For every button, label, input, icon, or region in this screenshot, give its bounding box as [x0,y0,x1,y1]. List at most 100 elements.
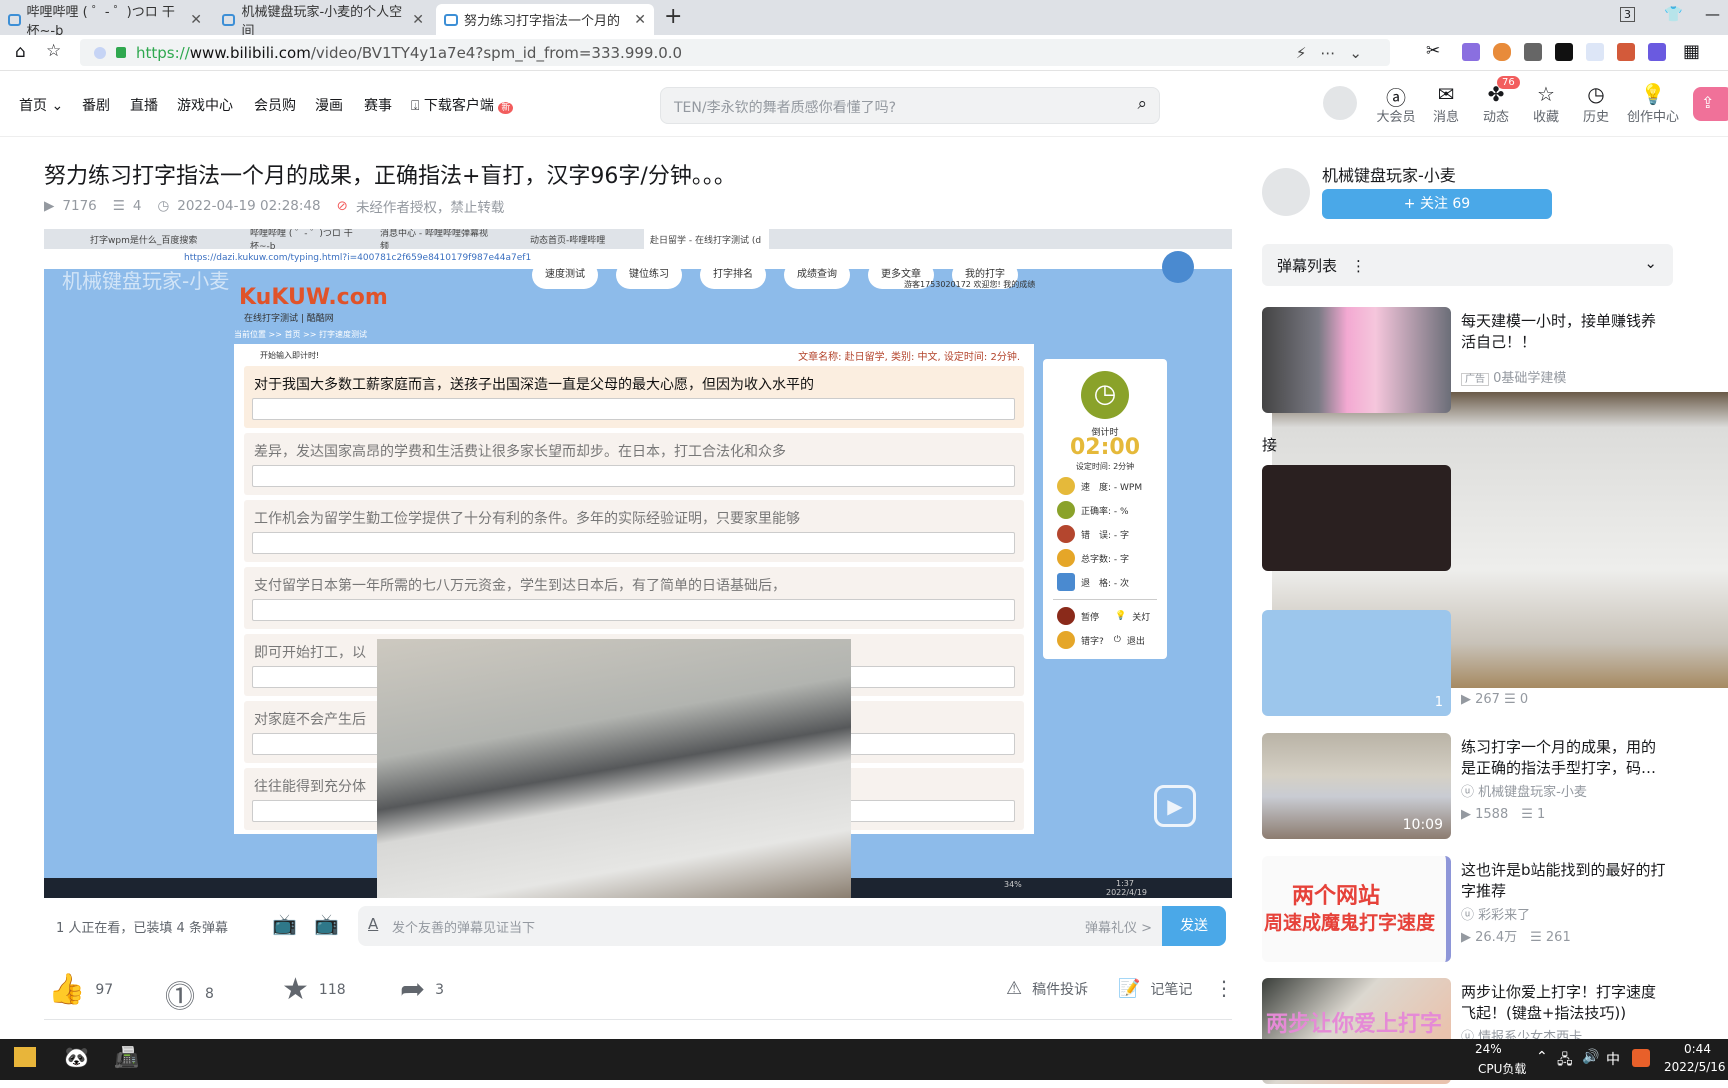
video-thumbnail[interactable]: 10:09 [1262,733,1451,839]
close-tab-icon[interactable]: ✕ [634,12,646,28]
bookmark-star-icon[interactable]: ☆ [46,41,61,61]
uploader-avatar[interactable] [1262,168,1310,216]
danmaku-count-icon: ☰ [1530,930,1542,945]
header-messages[interactable]: ✉ 消息 [1421,82,1471,125]
follow-button[interactable]: + 关注 69 [1322,189,1552,219]
play-count-icon: ▶ [1461,807,1471,822]
play-count-icon: ▶ [44,198,55,214]
nav-download-client[interactable]: ⍗ 下载客户端 新 [411,95,514,115]
header-history[interactable]: ◷ 历史 [1571,82,1621,125]
play-count-icon: ▶ [1461,930,1471,945]
header-dynamics[interactable]: ✤ 动态 76 [1471,76,1521,125]
nav-mall[interactable]: 会员购 [254,95,296,115]
chevron-up-icon[interactable]: ⌃ [1536,1049,1548,1065]
game-icon[interactable] [1493,43,1511,61]
recommendation-item[interactable]: 10:09 练习打字一个月的成果，用的是正确的指法手型打字，码… ⓤ 机械键盘玩… [1262,733,1673,843]
header-vip[interactable]: ⓐ 大会员 [1371,82,1421,125]
apps-grid-icon[interactable]: ▦ [1683,41,1700,62]
font-style-icon[interactable]: A [368,915,378,933]
extension-icon[interactable] [1555,43,1573,61]
danmaku-count-icon: ☰ [1521,807,1533,822]
bird-icon [1162,251,1194,283]
nav-game-center[interactable]: 游戏中心 [177,95,233,115]
url-actions-icons[interactable]: ⚡⋯⌄ [1296,44,1376,62]
share-button[interactable]: ➦ 3 [400,972,444,1007]
recommendation-item[interactable]: 1 ▶ 267 ☰ 0 [1262,610,1673,720]
stat-backspace: 退 格: - 次 [1057,573,1129,591]
d-extension-icon[interactable] [1648,43,1666,61]
user-avatar[interactable] [1323,86,1357,120]
alert-icon [1057,631,1075,649]
more-menu-icon[interactable]: ⋮ [1214,976,1234,1000]
browser-tab[interactable]: 机械键盘玩家-小麦的个人空间 ✕ [214,4,432,39]
bird-icon[interactable] [1586,43,1604,61]
file-explorer-icon[interactable] [14,1047,36,1067]
url-field[interactable]: https://www.bilibili.com/video/BV1TY4y1a… [80,39,1390,66]
play-icon[interactable]: ▶ [1154,785,1196,827]
danmaku-etiquette-link[interactable]: 弹幕礼仪 > [1085,917,1152,936]
search-input[interactable]: TEN/李永钦的舞者质感你看懂了吗? ⌕ [660,87,1160,124]
app-icon[interactable]: 📠 [114,1045,139,1069]
close-tab-icon[interactable]: ✕ [412,12,424,28]
lock-icon [116,47,126,58]
close-tab-icon[interactable]: ✕ [190,12,202,28]
inner-tab-bar: 打字wpm是什么_百度搜索 哔哩哔哩 ( ゜- ゜)つロ 干杯~-b 消息中心 … [44,229,1232,252]
send-button[interactable]: 发送 [1162,906,1226,946]
scissors-icon[interactable]: ✂ [1426,41,1440,61]
header-creator-center[interactable]: 💡 创作中心 [1621,82,1685,125]
volume-icon[interactable]: 🔊 [1582,1049,1599,1065]
bilibili-icon [222,13,236,26]
like-button[interactable]: 👍 97 [48,972,113,1007]
ime-indicator[interactable]: 中 [1606,1049,1620,1069]
danmaku-input[interactable]: A 发个友善的弹幕见证当下 弹幕礼仪 > 发送 [358,906,1226,946]
coin-button[interactable]: ⓵8 [165,972,214,1016]
thumbs-up-icon: 👍 [48,972,86,1007]
report-button[interactable]: ⚠ 稿件投诉 [1006,978,1088,999]
translate-icon[interactable] [1462,43,1480,61]
danmaku-toggle-icon[interactable]: 📺 [272,912,297,936]
header-favorites[interactable]: ☆ 收藏 [1521,82,1571,125]
recommendation-item[interactable] [1262,465,1673,575]
recommendation-ad[interactable]: 每天建模一小时，接单赚钱养活自己！！ 广告 0基础学建模 [1262,307,1673,417]
watermark: 机械键盘玩家-小麦 [62,269,230,293]
new-tab-button[interactable]: + [664,4,682,29]
danmaku-settings-icon[interactable]: 📺 [314,912,339,936]
video-thumbnail[interactable] [1262,465,1451,571]
video-thumbnail[interactable] [1262,307,1451,413]
nav-esports[interactable]: 赛事 [364,95,392,115]
tab-count[interactable]: 3 [1620,7,1635,22]
nav-manga[interactable]: 漫画 [315,95,343,115]
skin-icon[interactable]: 👕 [1664,5,1683,23]
x-icon [1057,525,1075,543]
app-icon[interactable]: 🐼 [64,1045,89,1069]
shop-icon[interactable] [1617,43,1635,61]
recommendation-item[interactable]: 两个网站 周速成魔鬼打字速度 这也许是b站能找到的最好的打字推荐 ⓤ 彩彩来了 … [1262,856,1673,966]
danmaku-list-header[interactable]: 弹幕列表 ⋮ ⌄ [1262,244,1673,286]
favorite-button[interactable]: ★ 118 [282,972,346,1007]
browser-tab[interactable]: 哔哩哔哩 ( ゜- ゜)つロ 干杯~-b ✕ [0,4,210,39]
chevron-down-icon[interactable]: ⌄ [1644,254,1657,272]
nav-home[interactable]: 首页 ⌄ [19,95,63,115]
inner-tab: 打字wpm是什么_百度搜索 [90,235,198,246]
search-icon[interactable]: ⌕ [1137,94,1147,114]
more-icon[interactable]: ⋮ [1351,257,1366,275]
video-thumbnail[interactable]: 1 [1262,610,1451,716]
uploader-name[interactable]: 机械键盘玩家-小麦 [1322,162,1456,186]
minimize-icon[interactable]: — [1705,5,1720,23]
reader-icon[interactable] [1524,43,1542,61]
video-player[interactable]: 打字wpm是什么_百度搜索 哔哩哔哩 ( ゜- ゜)つロ 干杯~-b 消息中心 … [44,229,1232,898]
browser-tab-active[interactable]: 努力练习打字指法一个月的 ✕ [436,4,654,35]
nav-live[interactable]: 直播 [130,95,158,115]
network-icon[interactable]: 🖧 [1557,1049,1573,1073]
home-icon[interactable]: ⌂ [15,42,26,62]
nav-anime[interactable]: 番剧 [82,95,110,115]
pause-icon [1057,607,1075,625]
inner-menu-item: 成绩查询 [784,261,850,289]
typing-line: 工作机会为留学生勤工俭学提供了十分有利的条件。多年的实际经验证明，只要家里能够 [244,500,1024,562]
upload-button[interactable]: ⇪ [1693,87,1728,121]
speedometer-icon [1057,477,1075,495]
note-button[interactable]: 📝 记笔记 [1118,978,1192,999]
video-thumbnail[interactable]: 两个网站 周速成魔鬼打字速度 [1262,856,1451,962]
inner-menu-item: 键位练习 [616,261,682,289]
sogou-ime-icon[interactable] [1632,1049,1650,1067]
